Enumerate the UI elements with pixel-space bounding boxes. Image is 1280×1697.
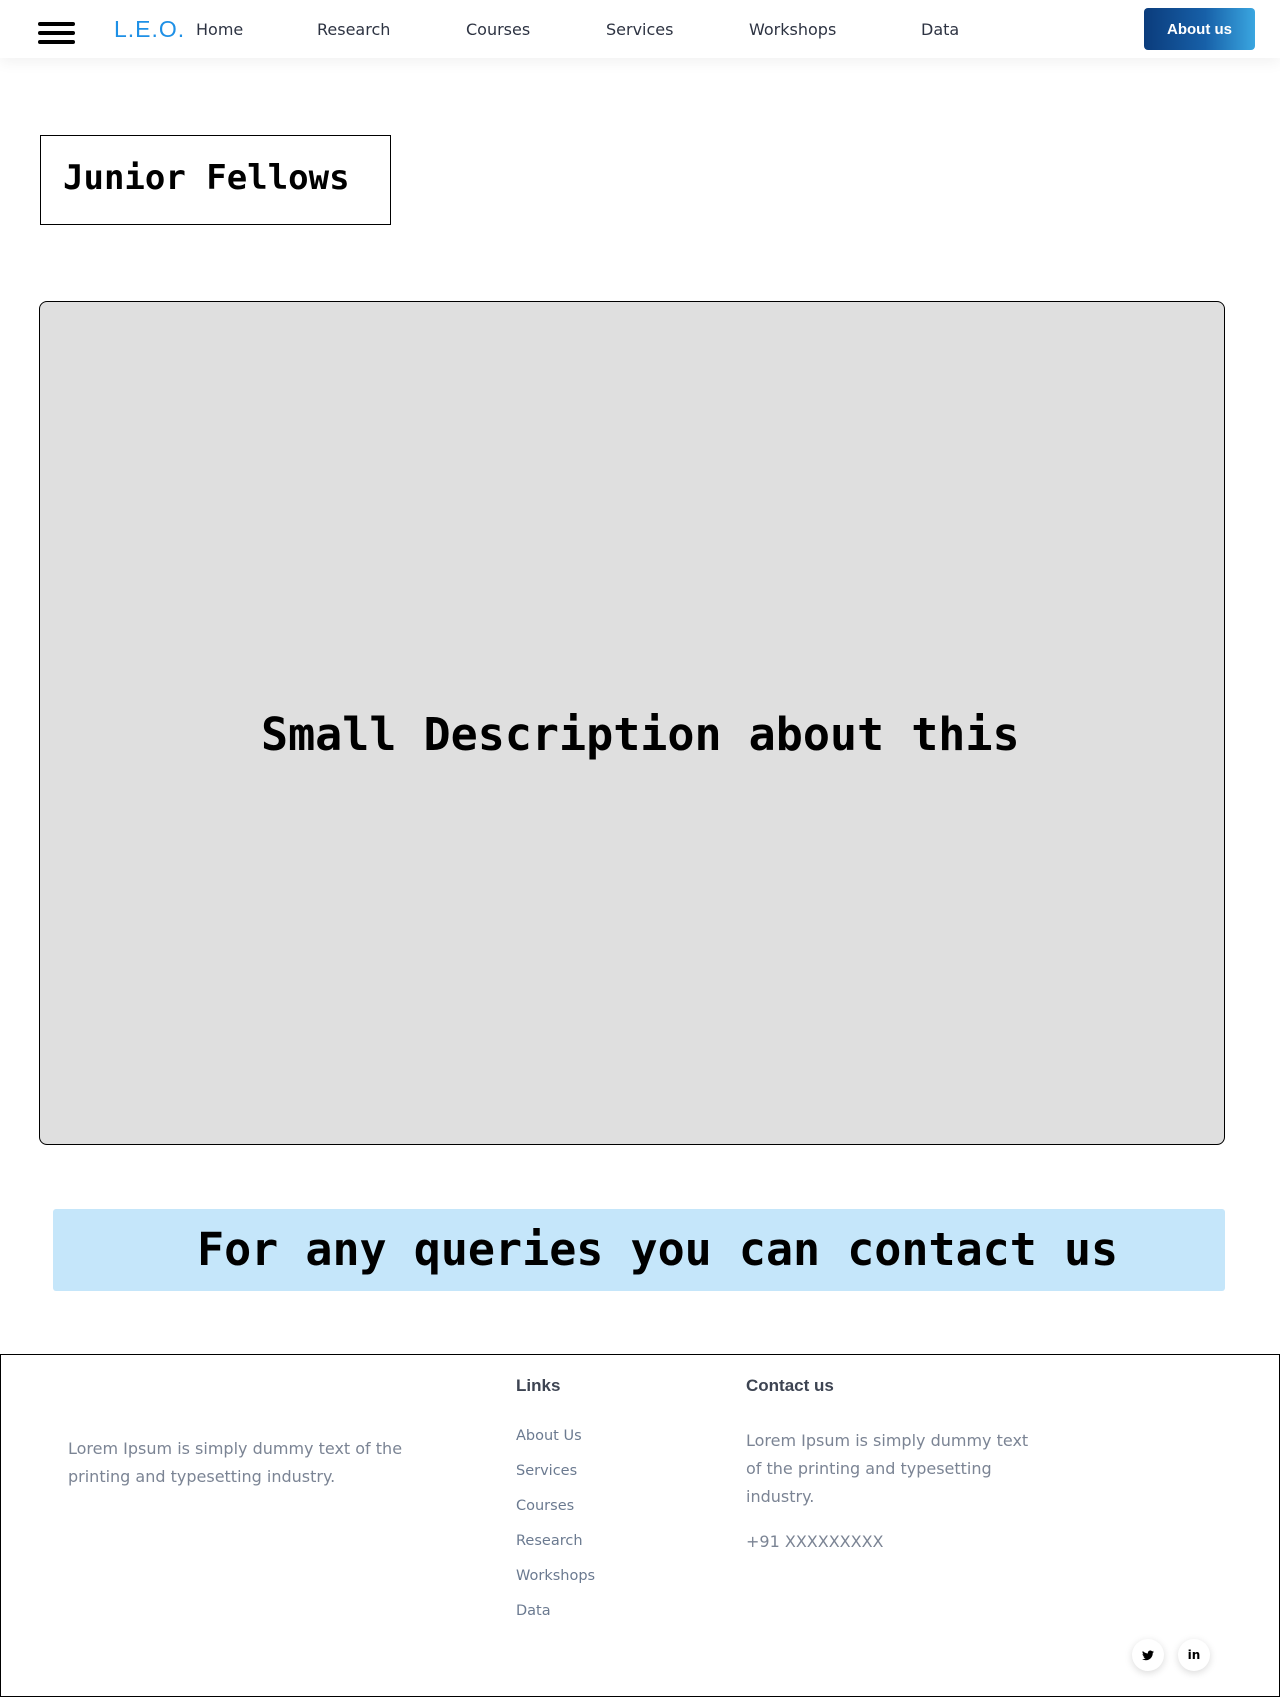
nav-data[interactable]: Data [921,20,959,39]
linkedin-icon[interactable]: in [1178,1639,1210,1671]
footer-contact-heading: Contact us [746,1376,834,1395]
nav-workshops[interactable]: Workshops [749,20,836,39]
top-nav-bar: L.E.O. Home Research Courses Services Wo… [0,0,1280,58]
footer-about-text: Lorem Ipsum is simply dummy text of the … [68,1439,403,1486]
page-title: Junior Fellows [63,158,350,198]
nav-home[interactable]: Home [196,20,243,39]
twitter-icon[interactable] [1132,1639,1164,1671]
footer-link-data[interactable]: Data [516,1603,551,1619]
footer-contact-text: Lorem Ipsum is simply dummy text of the … [746,1431,1029,1506]
nav-services[interactable]: Services [606,20,673,39]
logo[interactable]: L.E.O. [114,16,185,43]
contact-banner-text: For any queries you can contact us [197,1223,1119,1276]
page-title-box: Junior Fellows [40,135,391,225]
about-us-button[interactable]: About us [1144,8,1255,50]
footer-link-courses[interactable]: Courses [516,1498,574,1514]
footer-link-services[interactable]: Services [516,1463,577,1479]
footer-link-research[interactable]: Research [516,1533,583,1549]
nav-research[interactable]: Research [317,20,390,39]
description-text: Small Description about this [261,708,1020,761]
contact-banner[interactable]: For any queries you can contact us [53,1209,1225,1291]
footer-link-about-us[interactable]: About Us [516,1428,582,1444]
hamburger-menu-icon[interactable] [38,22,75,48]
description-card: Small Description about this [39,301,1225,1145]
footer-links-heading: Links [516,1376,561,1395]
nav-courses[interactable]: Courses [466,20,530,39]
footer: Lorem Ipsum is simply dummy text of the … [0,1354,1280,1697]
footer-phone: +91 XXXXXXXXX [746,1532,884,1551]
footer-link-workshops[interactable]: Workshops [516,1568,595,1584]
footer-links-list: About Us Services Courses Research Works… [516,1427,595,1637]
